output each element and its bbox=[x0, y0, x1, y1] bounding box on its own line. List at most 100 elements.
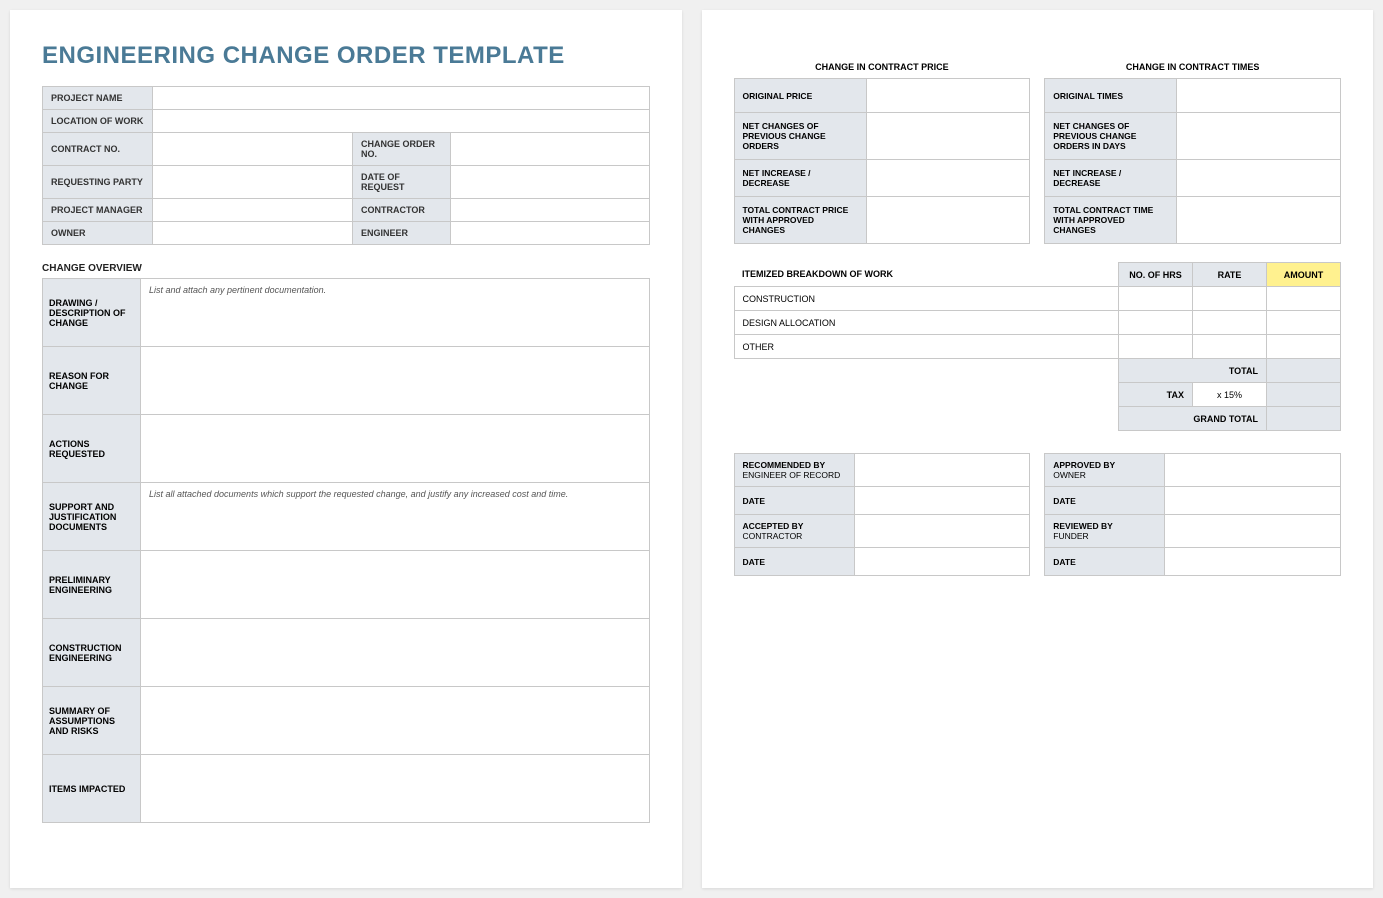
ov-value-7[interactable] bbox=[141, 755, 650, 823]
price-table: ORIGINAL PRICE NET CHANGES OF PREVIOUS C… bbox=[734, 78, 1031, 244]
tax-rate[interactable]: x 15% bbox=[1193, 383, 1267, 407]
item-amount-2[interactable] bbox=[1267, 335, 1341, 359]
sign-r-3-val[interactable] bbox=[1165, 548, 1341, 576]
ov-label-2: ACTIONS REQUESTED bbox=[43, 415, 141, 483]
price-label-2: NET INCREASE / DECREASE bbox=[734, 160, 866, 197]
sign-l-0: RECOMMENDED BYENGINEER OF RECORD bbox=[734, 454, 854, 487]
document-title: ENGINEERING CHANGE ORDER TEMPLATE bbox=[42, 42, 650, 70]
item-hrs-2[interactable] bbox=[1119, 335, 1193, 359]
value-owner[interactable] bbox=[153, 222, 353, 245]
contract-change-columns: CHANGE IN CONTRACT PRICE ORIGINAL PRICE … bbox=[734, 62, 1342, 244]
times-value-3[interactable] bbox=[1177, 197, 1341, 244]
label-contract-no: CONTRACT NO. bbox=[43, 133, 153, 166]
sign-l-3-val[interactable] bbox=[854, 548, 1030, 576]
item-rate-1[interactable] bbox=[1193, 311, 1267, 335]
tax-label: TAX bbox=[1119, 383, 1193, 407]
sign-l-2: ACCEPTED BYCONTRACTOR bbox=[734, 515, 854, 548]
item-desc-2: OTHER bbox=[734, 335, 1119, 359]
ov-value-4[interactable] bbox=[141, 551, 650, 619]
col-hrs: NO. OF HRS bbox=[1119, 263, 1193, 287]
change-overview-heading: CHANGE OVERVIEW bbox=[42, 263, 650, 274]
ov-value-0[interactable]: List and attach any pertinent documentat… bbox=[141, 279, 650, 347]
total-value bbox=[1267, 359, 1341, 383]
item-amount-0[interactable] bbox=[1267, 287, 1341, 311]
ov-label-3: SUPPORT AND JUSTIFICATION DOCUMENTS bbox=[43, 483, 141, 551]
sign-l-0-val[interactable] bbox=[854, 454, 1030, 487]
sign-r-0: APPROVED BYOWNER bbox=[1045, 454, 1165, 487]
sign-r-2-val[interactable] bbox=[1165, 515, 1341, 548]
sign-r-3: DATE bbox=[1045, 548, 1165, 576]
ov-value-6[interactable] bbox=[141, 687, 650, 755]
ov-value-2[interactable] bbox=[141, 415, 650, 483]
value-requesting-party[interactable] bbox=[153, 166, 353, 199]
signoff-right-table: APPROVED BYOWNER DATE REVIEWED BYFUNDER … bbox=[1044, 453, 1341, 576]
change-overview-table: DRAWING / DESCRIPTION OF CHANGEList and … bbox=[42, 278, 650, 823]
ov-label-0: DRAWING / DESCRIPTION OF CHANGE bbox=[43, 279, 141, 347]
times-value-0[interactable] bbox=[1177, 79, 1341, 113]
item-desc-0: CONSTRUCTION bbox=[734, 287, 1119, 311]
sign-l-3: DATE bbox=[734, 548, 854, 576]
ov-value-3[interactable]: List all attached documents which suppor… bbox=[141, 483, 650, 551]
label-pm: PROJECT MANAGER bbox=[43, 199, 153, 222]
contract-times-column: CHANGE IN CONTRACT TIMES ORIGINAL TIMES … bbox=[1044, 62, 1341, 244]
label-owner: OWNER bbox=[43, 222, 153, 245]
price-value-2[interactable] bbox=[866, 160, 1030, 197]
times-value-1[interactable] bbox=[1177, 113, 1341, 160]
item-hrs-0[interactable] bbox=[1119, 287, 1193, 311]
sign-l-1-val[interactable] bbox=[854, 487, 1030, 515]
times-label-1: NET CHANGES OF PREVIOUS CHANGE ORDERS IN… bbox=[1045, 113, 1177, 160]
value-contract-no[interactable] bbox=[153, 133, 353, 166]
price-label-3: TOTAL CONTRACT PRICE WITH APPROVED CHANG… bbox=[734, 197, 866, 244]
sign-l-1: DATE bbox=[734, 487, 854, 515]
grand-total-label: GRAND TOTAL bbox=[1119, 407, 1267, 431]
label-date-request: DATE OF REQUEST bbox=[353, 166, 451, 199]
label-engineer: ENGINEER bbox=[353, 222, 451, 245]
value-date-request[interactable] bbox=[451, 166, 650, 199]
times-label-0: ORIGINAL TIMES bbox=[1045, 79, 1177, 113]
item-rate-2[interactable] bbox=[1193, 335, 1267, 359]
sign-r-0-val[interactable] bbox=[1165, 454, 1341, 487]
label-project-name: PROJECT NAME bbox=[43, 87, 153, 110]
ov-label-5: CONSTRUCTION ENGINEERING bbox=[43, 619, 141, 687]
sign-r-1: DATE bbox=[1045, 487, 1165, 515]
itemized-table: ITEMIZED BREAKDOWN OF WORK NO. OF HRS RA… bbox=[734, 262, 1342, 431]
price-value-1[interactable] bbox=[866, 113, 1030, 160]
price-value-0[interactable] bbox=[866, 79, 1030, 113]
item-rate-0[interactable] bbox=[1193, 287, 1267, 311]
sign-l-2-val[interactable] bbox=[854, 515, 1030, 548]
project-info-table: PROJECT NAME LOCATION OF WORK CONTRACT N… bbox=[42, 86, 650, 245]
item-amount-1[interactable] bbox=[1267, 311, 1341, 335]
total-label: TOTAL bbox=[1119, 359, 1267, 383]
value-engineer[interactable] bbox=[451, 222, 650, 245]
times-heading: CHANGE IN CONTRACT TIMES bbox=[1044, 62, 1341, 72]
price-label-0: ORIGINAL PRICE bbox=[734, 79, 866, 113]
label-location: LOCATION OF WORK bbox=[43, 110, 153, 133]
item-desc-1: DESIGN ALLOCATION bbox=[734, 311, 1119, 335]
price-value-3[interactable] bbox=[866, 197, 1030, 244]
sign-r-1-val[interactable] bbox=[1165, 487, 1341, 515]
label-change-order-no: CHANGE ORDER NO. bbox=[353, 133, 451, 166]
page-2: CHANGE IN CONTRACT PRICE ORIGINAL PRICE … bbox=[702, 10, 1374, 888]
times-value-2[interactable] bbox=[1177, 160, 1341, 197]
value-location[interactable] bbox=[153, 110, 650, 133]
page-1: ENGINEERING CHANGE ORDER TEMPLATE PROJEC… bbox=[10, 10, 682, 888]
item-hrs-1[interactable] bbox=[1119, 311, 1193, 335]
ov-value-1[interactable] bbox=[141, 347, 650, 415]
value-contractor[interactable] bbox=[451, 199, 650, 222]
value-project-name[interactable] bbox=[153, 87, 650, 110]
ov-label-1: REASON FOR CHANGE bbox=[43, 347, 141, 415]
signoff-section: RECOMMENDED BYENGINEER OF RECORD DATE AC… bbox=[734, 453, 1342, 576]
col-rate: RATE bbox=[1193, 263, 1267, 287]
ov-label-7: ITEMS IMPACTED bbox=[43, 755, 141, 823]
ov-value-5[interactable] bbox=[141, 619, 650, 687]
times-label-2: NET INCREASE / DECREASE bbox=[1045, 160, 1177, 197]
value-pm[interactable] bbox=[153, 199, 353, 222]
price-label-1: NET CHANGES OF PREVIOUS CHANGE ORDERS bbox=[734, 113, 866, 160]
sign-r-2: REVIEWED BYFUNDER bbox=[1045, 515, 1165, 548]
itemized-section: ITEMIZED BREAKDOWN OF WORK NO. OF HRS RA… bbox=[734, 262, 1342, 431]
price-heading: CHANGE IN CONTRACT PRICE bbox=[734, 62, 1031, 72]
grand-total-value bbox=[1267, 407, 1341, 431]
ov-label-4: PRELIMINARY ENGINEERING bbox=[43, 551, 141, 619]
value-change-order-no[interactable] bbox=[451, 133, 650, 166]
col-amount: AMOUNT bbox=[1267, 263, 1341, 287]
